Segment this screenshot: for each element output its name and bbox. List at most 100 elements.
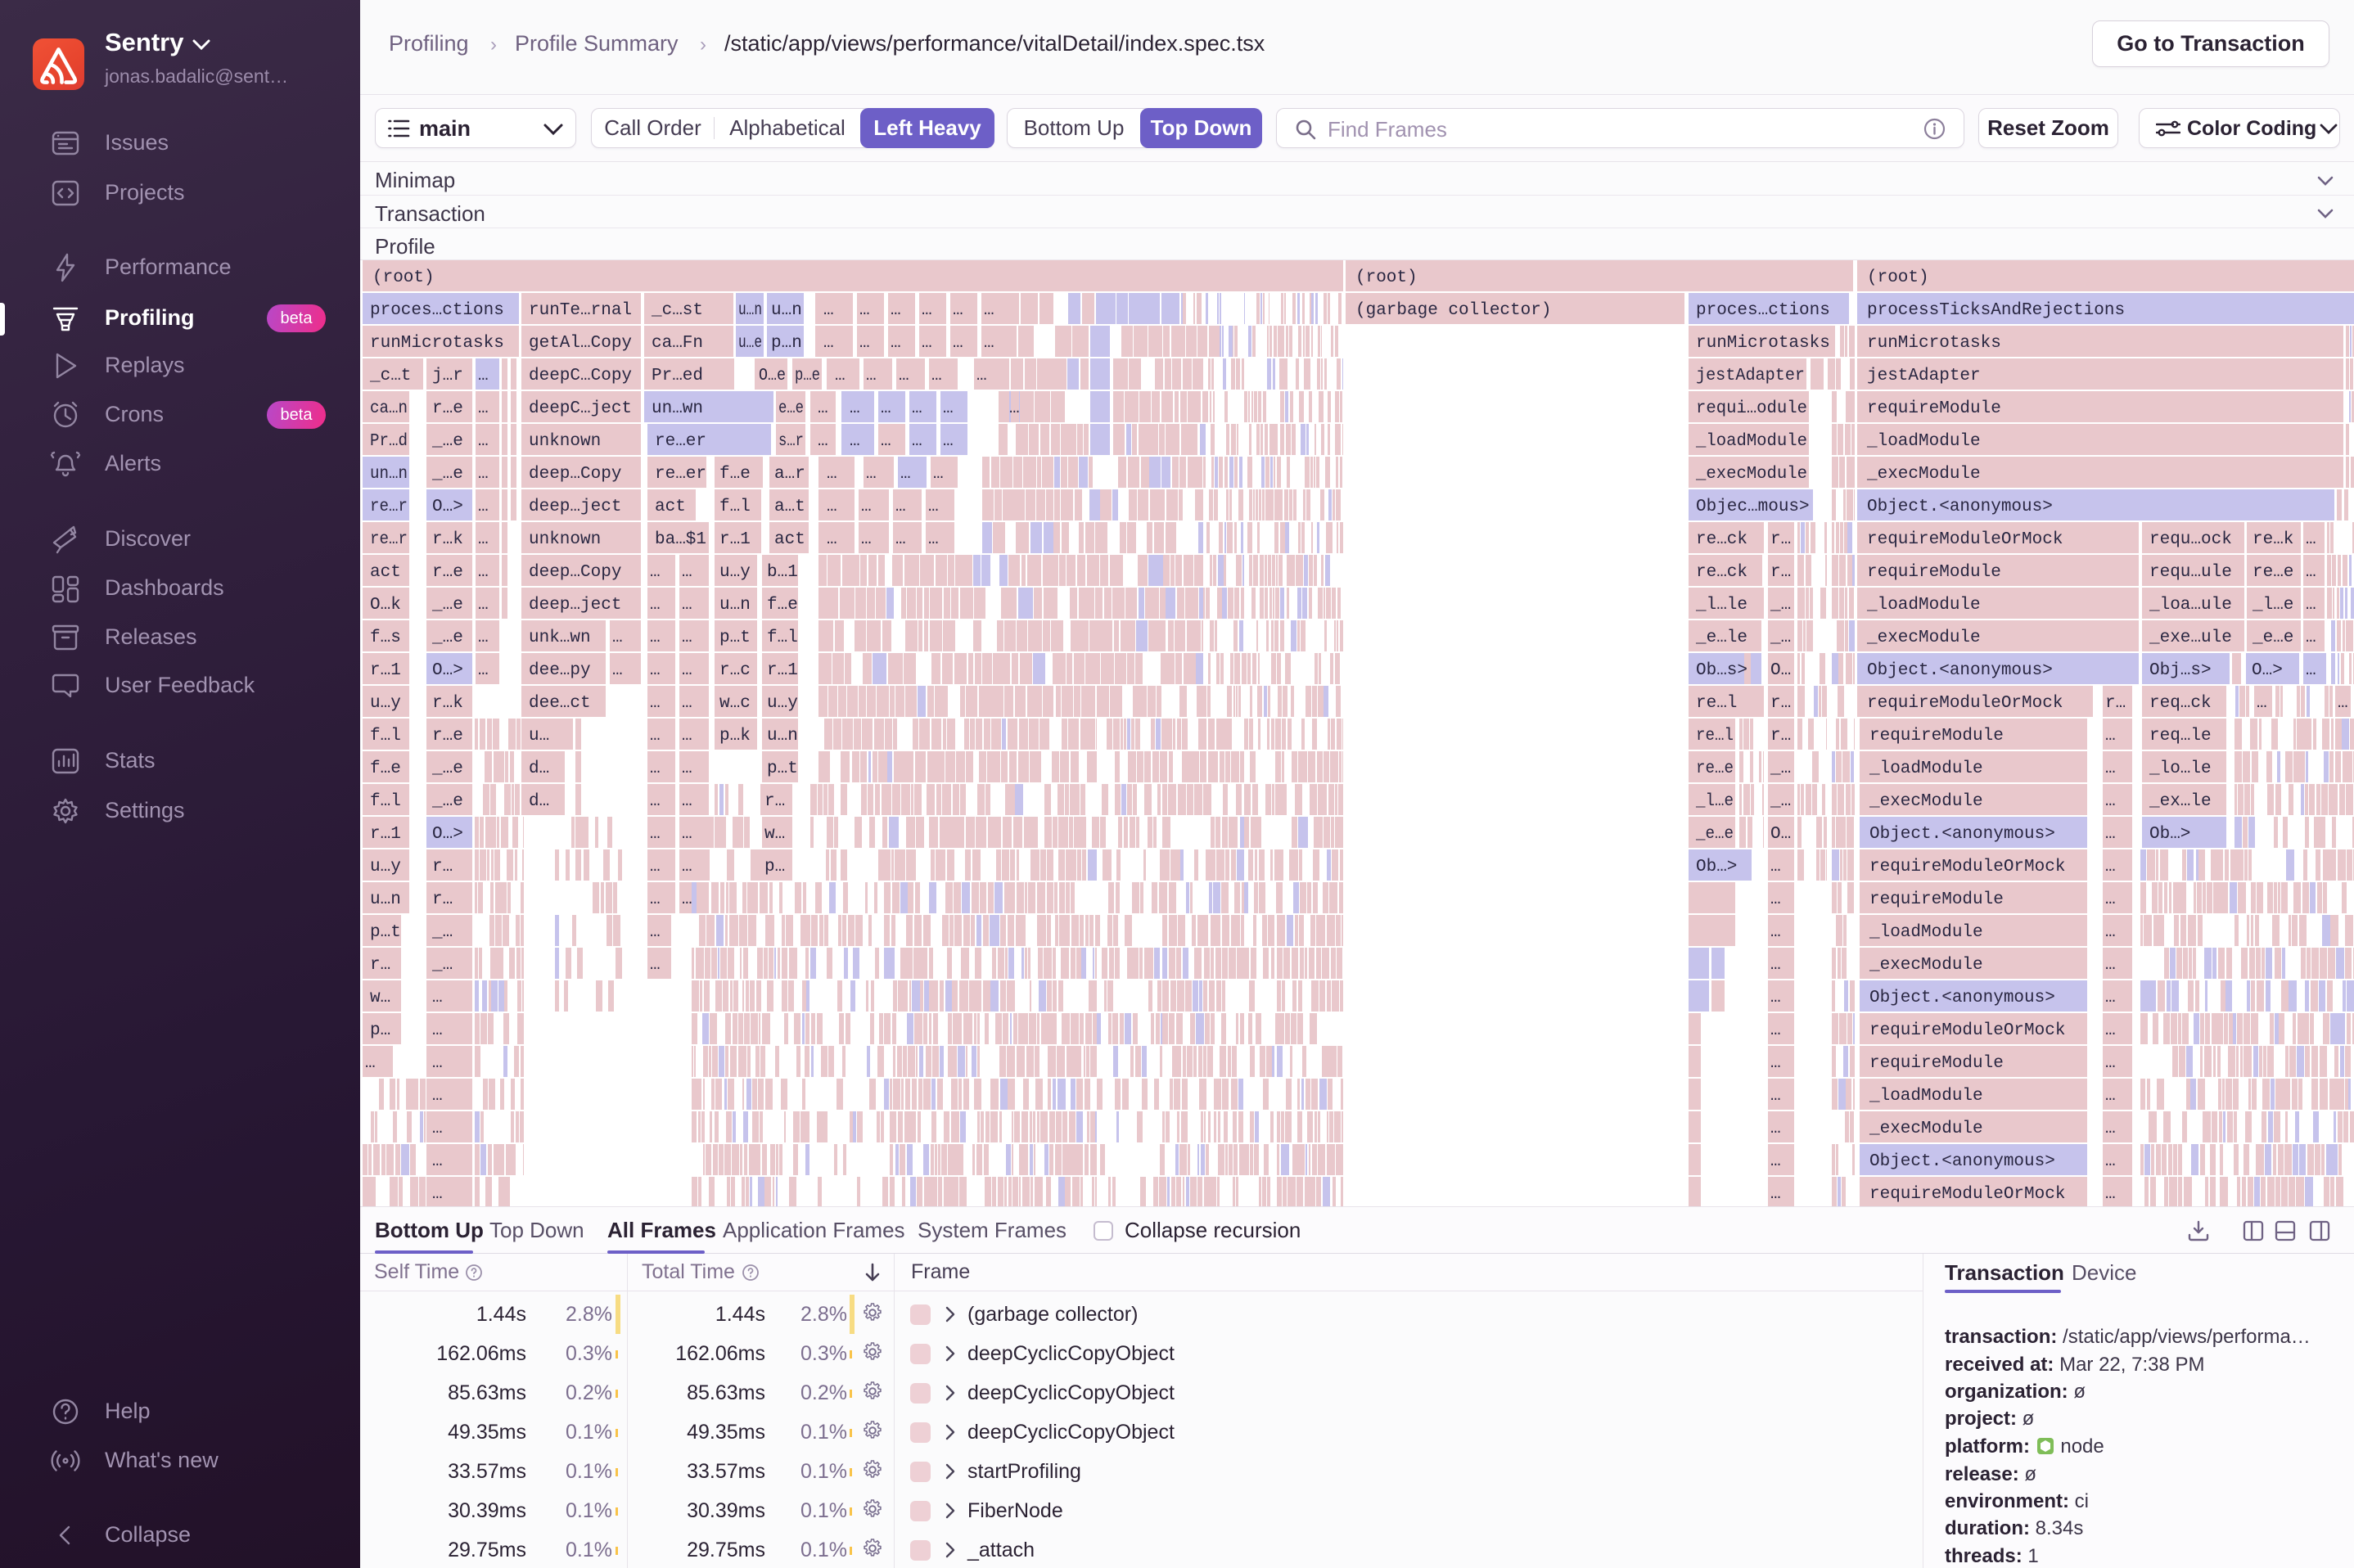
- svg-text:s…r: s…r: [778, 432, 804, 451]
- svg-text:u…n: u…n: [771, 301, 802, 320]
- svg-text:…: …: [2338, 694, 2348, 713]
- svg-text:(root): (root): [1867, 268, 1929, 287]
- svg-text:requireModuleOrMock: requireModuleOrMock: [1869, 1021, 2065, 1040]
- svg-text:…: …: [823, 334, 834, 353]
- svg-text:…: …: [928, 530, 939, 549]
- svg-text:r…: r…: [2105, 694, 2126, 713]
- svg-text:d…: d…: [529, 792, 549, 811]
- svg-text:w…: w…: [764, 825, 785, 844]
- svg-text:deep…Copy: deep…Copy: [529, 465, 621, 484]
- svg-text:…: …: [2105, 890, 2116, 909]
- svg-text:(root): (root): [1355, 268, 1418, 287]
- svg-text:r…: r…: [1770, 727, 1791, 746]
- svg-text:…: …: [478, 399, 489, 418]
- svg-text:r…k: r…k: [432, 530, 463, 549]
- svg-text:O…>: O…>: [432, 825, 463, 844]
- svg-text:…: …: [1009, 399, 1020, 418]
- svg-text:deepC…Copy: deepC…Copy: [529, 367, 632, 385]
- svg-text:…: …: [2105, 792, 2116, 811]
- svg-text:r…: r…: [764, 792, 785, 811]
- svg-text:r…1: r…1: [370, 825, 401, 844]
- svg-text:runMicrotasks: runMicrotasks: [370, 334, 504, 353]
- svg-text:requi…odule: requi…odule: [1696, 399, 1807, 418]
- svg-text:u…: u…: [529, 727, 549, 746]
- svg-text:O…: O…: [1770, 825, 1791, 844]
- svg-text:…: …: [650, 629, 661, 647]
- svg-text:…: …: [976, 367, 987, 385]
- svg-text:Object.<anonymous>: Object.<anonymous>: [1869, 825, 2055, 844]
- svg-text:…: …: [682, 563, 692, 582]
- svg-text:r…c: r…c: [719, 661, 751, 680]
- svg-text:_…e: _…e: [431, 759, 463, 778]
- svg-text:ca…n: ca…n: [370, 399, 408, 418]
- svg-text:r…e: r…e: [432, 727, 463, 746]
- svg-text:a…r: a…r: [774, 465, 805, 484]
- svg-text:…: …: [2105, 1021, 2116, 1040]
- svg-text:…: …: [1770, 1152, 1781, 1171]
- svg-text:_…e: _…e: [431, 629, 463, 647]
- svg-text:p…k: p…k: [719, 727, 751, 746]
- svg-text:…: …: [881, 432, 891, 451]
- svg-text:processTicksAndRejections: processTicksAndRejections: [1867, 301, 2125, 320]
- svg-text:…: …: [682, 596, 692, 615]
- svg-text:O…>: O…>: [2252, 661, 2283, 680]
- svg-text:…: …: [953, 334, 963, 353]
- svg-text:re…er: re…er: [655, 465, 706, 484]
- svg-text:Pr…ed: Pr…ed: [652, 367, 703, 385]
- svg-text:…: …: [682, 661, 692, 680]
- svg-text:r…: r…: [432, 858, 453, 876]
- svg-text:…: …: [478, 432, 489, 451]
- svg-text:…: …: [650, 956, 661, 975]
- svg-text:f…s: f…s: [370, 629, 401, 647]
- svg-text:O…e: O…e: [759, 367, 786, 385]
- svg-text:re…l: re…l: [1696, 727, 1734, 746]
- svg-text:…: …: [835, 367, 846, 385]
- svg-text:u…y: u…y: [370, 694, 401, 713]
- svg-text:_loadModule: _loadModule: [1869, 923, 1983, 942]
- svg-text:…: …: [2105, 956, 2116, 975]
- svg-text:u…n: u…n: [370, 890, 401, 909]
- svg-text:_…: _…: [431, 923, 453, 942]
- svg-text:r…: r…: [1770, 530, 1791, 549]
- svg-text:re…l: re…l: [1696, 694, 1737, 713]
- svg-text:r…k: r…k: [432, 694, 463, 713]
- svg-text:f…l: f…l: [719, 498, 751, 516]
- svg-text:r…: r…: [1770, 563, 1791, 582]
- svg-text:…: …: [891, 334, 901, 353]
- svg-text:…: …: [478, 465, 489, 484]
- svg-text:requireModule: requireModule: [1867, 563, 2001, 582]
- svg-text:O…k: O…k: [370, 596, 401, 615]
- svg-text:…: …: [650, 858, 661, 876]
- svg-text:…: …: [682, 629, 692, 647]
- svg-text:…: …: [682, 825, 692, 844]
- svg-text:re…ck: re…ck: [1696, 530, 1747, 549]
- svg-text:…: …: [861, 498, 872, 516]
- svg-text:dee…ct: dee…ct: [529, 694, 591, 713]
- svg-text:…: …: [827, 530, 837, 549]
- svg-text:f…l: f…l: [370, 792, 401, 811]
- svg-text:Objec…mous>: Objec…mous>: [1696, 498, 1810, 516]
- svg-text:d…: d…: [529, 759, 549, 778]
- svg-text:unk…wn: unk…wn: [529, 629, 591, 647]
- svg-text:…: …: [881, 399, 891, 418]
- svg-text:r…: r…: [432, 890, 453, 909]
- svg-text:…: …: [478, 367, 489, 385]
- svg-text:p…: p…: [370, 1021, 390, 1040]
- svg-text:…: …: [2105, 1054, 2116, 1073]
- svg-text:Object.<anonymous>: Object.<anonymous>: [1869, 989, 2055, 1007]
- svg-text:a…t: a…t: [774, 498, 805, 516]
- svg-text:…: …: [933, 465, 944, 484]
- svg-text:_…e: _…e: [431, 432, 463, 451]
- svg-text:…: …: [861, 530, 872, 549]
- svg-text:requireModule: requireModule: [1869, 1054, 2004, 1073]
- svg-text:deepC…ject: deepC…ject: [529, 399, 632, 418]
- svg-text:…: …: [895, 498, 906, 516]
- svg-text:…: …: [1770, 923, 1781, 942]
- svg-text:…: …: [682, 858, 692, 876]
- svg-text:_loadModule: _loadModule: [1866, 432, 1981, 451]
- svg-text:f…e: f…e: [719, 465, 751, 484]
- svg-text:p…t: p…t: [767, 759, 798, 778]
- svg-text:j…r: j…r: [432, 367, 463, 385]
- svg-text:…: …: [2105, 1152, 2116, 1171]
- svg-text:…: …: [2306, 661, 2316, 680]
